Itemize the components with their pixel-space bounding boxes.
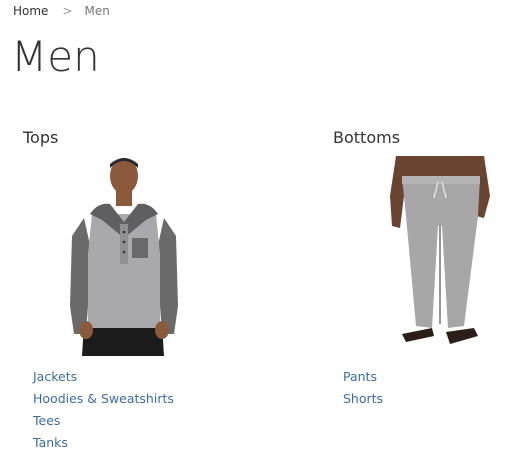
list-item: Tees <box>33 412 174 434</box>
bottoms-link-list: Pants Shorts <box>343 368 383 412</box>
link-hoodies-sweatshirts[interactable]: Hoodies & Sweatshirts <box>33 391 174 406</box>
bottoms-category-image[interactable] <box>388 156 492 356</box>
list-item: Pants <box>343 368 383 390</box>
breadcrumb-home-link[interactable]: Home <box>13 4 48 18</box>
tops-link-list: Jackets Hoodies & Sweatshirts Tees Tanks <box>33 368 174 456</box>
list-item: Hoodies & Sweatshirts <box>33 390 174 412</box>
list-item: Tanks <box>33 434 174 456</box>
category-title-bottoms: Bottoms <box>333 128 401 147</box>
tops-category-image[interactable] <box>62 156 186 356</box>
list-item: Shorts <box>343 390 383 412</box>
hooded-shirt-model-image <box>70 158 178 356</box>
link-tees[interactable]: Tees <box>33 413 60 428</box>
link-pants[interactable]: Pants <box>343 369 377 384</box>
link-shorts[interactable]: Shorts <box>343 391 383 406</box>
list-item: Jackets <box>33 368 174 390</box>
breadcrumb: Home > Men <box>13 4 110 18</box>
breadcrumb-separator: > <box>62 4 73 18</box>
link-tanks[interactable]: Tanks <box>33 435 68 450</box>
category-tops: Tops <box>23 128 223 147</box>
category-bottoms: Bottoms <box>333 128 515 147</box>
breadcrumb-current: Men <box>84 4 110 18</box>
link-jackets[interactable]: Jackets <box>33 369 77 384</box>
page-title: Men <box>11 32 100 81</box>
pants-model-image <box>390 156 490 344</box>
category-title-tops: Tops <box>23 128 59 147</box>
